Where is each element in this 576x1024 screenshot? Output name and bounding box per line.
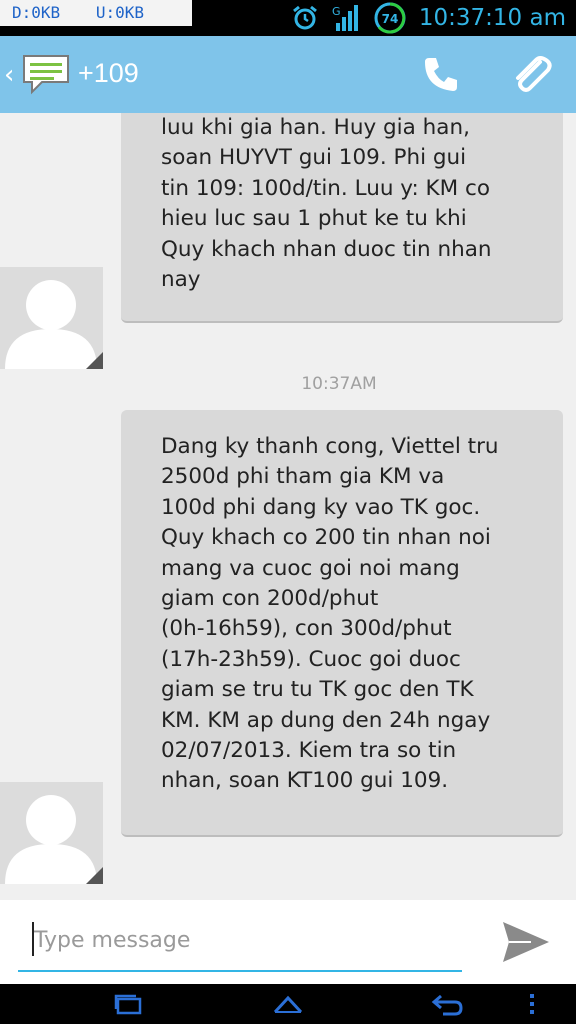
compose-bar <box>0 900 576 984</box>
contact-title[interactable]: +109 <box>78 58 139 89</box>
contact-avatar[interactable] <box>0 267 103 369</box>
message-text: luu khi gia han. Huy gia han, soan HUYVT… <box>161 115 492 293</box>
message-timestamp: 10:37AM <box>301 374 377 394</box>
message-input[interactable] <box>34 922 454 958</box>
back-icon[interactable] <box>418 988 478 1020</box>
status-time: 10:37:10 am <box>418 5 566 31</box>
home-icon[interactable] <box>258 988 318 1020</box>
status-bar: D:0KB U:0KB G 74 10:37:10 am <box>0 0 576 36</box>
download-counter: D:0KB <box>12 3 61 22</box>
svg-text:G: G <box>332 5 341 18</box>
back-chevron-icon[interactable]: ‹ <box>4 60 14 90</box>
send-button[interactable] <box>496 914 556 970</box>
battery-icon: 74 <box>373 1 407 35</box>
upload-counter: U:0KB <box>95 3 144 22</box>
navigation-bar <box>0 984 576 1024</box>
battery-level: 74 <box>382 12 399 26</box>
status-icons: G 74 10:37:10 am <box>291 0 566 36</box>
phone-icon[interactable] <box>417 50 465 98</box>
contact-avatar[interactable] <box>0 782 103 884</box>
attach-icon[interactable] <box>508 50 556 98</box>
conversation-list[interactable]: luu khi gia han. Huy gia han, soan HUYVT… <box>0 113 576 900</box>
menu-icon[interactable] <box>512 988 552 1020</box>
action-bar: ‹ +109 <box>0 36 576 113</box>
send-icon <box>503 922 549 962</box>
message-bubble[interactable]: luu khi gia han. Huy gia han, soan HUYVT… <box>121 113 563 323</box>
message-bubble[interactable]: Dang ky thanh cong, Viettel tru 2500d ph… <box>121 410 563 837</box>
compose-field[interactable] <box>18 918 462 972</box>
message-text: Dang ky thanh cong, Viettel tru 2500d ph… <box>161 434 499 794</box>
message-icon[interactable] <box>20 52 72 100</box>
alarm-icon <box>291 4 319 32</box>
recent-apps-icon[interactable] <box>98 988 158 1020</box>
signal-icon: G <box>331 3 361 33</box>
network-monitor: D:0KB U:0KB <box>0 0 192 26</box>
